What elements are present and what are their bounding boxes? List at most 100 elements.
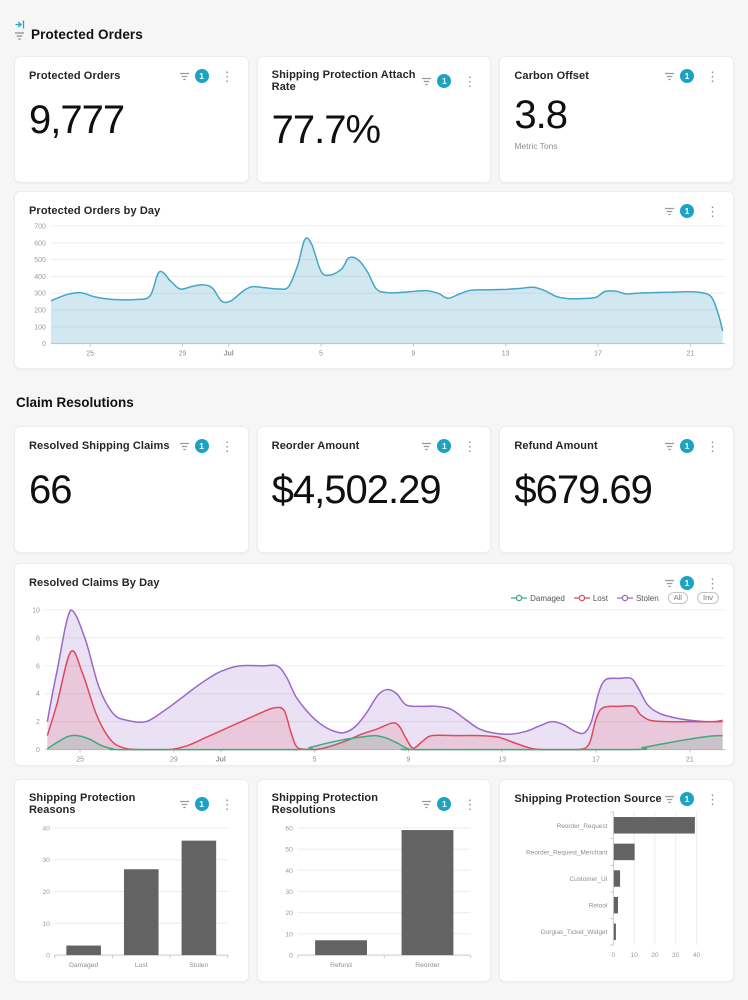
svg-text:20: 20 <box>42 889 50 896</box>
kebab-menu-icon[interactable]: ⋮ <box>221 70 234 83</box>
svg-text:Refund: Refund <box>330 962 352 969</box>
svg-text:500: 500 <box>34 257 46 264</box>
svg-text:300: 300 <box>34 291 46 298</box>
filter-icon[interactable] <box>421 442 432 451</box>
kebab-menu-icon[interactable]: ⋮ <box>706 440 719 453</box>
kebab-menu-icon[interactable]: ⋮ <box>221 440 234 453</box>
svg-text:10: 10 <box>285 931 293 938</box>
filter-count-badge[interactable]: 1 <box>680 69 694 83</box>
svg-text:600: 600 <box>34 240 46 247</box>
filter-count-badge[interactable]: 1 <box>680 576 694 590</box>
filter-icon[interactable] <box>421 800 432 809</box>
kpi-card-resolved-claims: Resolved Shipping Claims 1 ⋮ 66 <box>14 426 249 553</box>
filter-lines-icon[interactable] <box>14 32 25 40</box>
svg-text:Lost: Lost <box>135 962 148 969</box>
card-title: Refund Amount <box>514 440 597 452</box>
kebab-menu-icon[interactable]: ⋮ <box>706 70 719 83</box>
card-title: Protected Orders by Day <box>29 205 160 217</box>
kpi-card-reorder-amount: Reorder Amount 1 ⋮ $4,502.29 <box>257 426 492 553</box>
filter-count-badge[interactable]: 1 <box>680 439 694 453</box>
filter-count-badge[interactable]: 1 <box>195 439 209 453</box>
legend-item-damaged[interactable]: Damaged <box>511 594 565 603</box>
filter-icon[interactable] <box>179 72 190 81</box>
svg-text:8: 8 <box>36 635 40 642</box>
resolutions-bar-chart: 0102030405060RefundReorder <box>272 816 477 979</box>
filter-count-badge[interactable]: 1 <box>680 792 694 806</box>
orders-by-day-area-chart: 01002003004005006007002529Jul59131721 <box>15 218 733 366</box>
legend-item-stolen[interactable]: Stolen <box>617 594 659 603</box>
filter-icon[interactable] <box>664 72 675 81</box>
svg-text:29: 29 <box>179 351 187 358</box>
svg-text:21: 21 <box>686 351 694 358</box>
filter-count-badge[interactable]: 1 <box>437 439 451 453</box>
kebab-menu-icon[interactable]: ⋮ <box>463 440 476 453</box>
resolved-claims-area-chart: 02468102529Jul59131721 <box>15 604 733 766</box>
svg-text:20: 20 <box>285 910 293 917</box>
kpi-card-protected-orders: Protected Orders 1 ⋮ 9,777 <box>14 56 249 183</box>
filter-count-badge[interactable]: 1 <box>195 797 209 811</box>
svg-text:100: 100 <box>34 324 46 331</box>
svg-text:17: 17 <box>594 351 602 358</box>
card-title: Shipping Protection Attach Rate <box>272 69 422 93</box>
svg-text:Damaged: Damaged <box>69 962 99 969</box>
kebab-menu-icon[interactable]: ⋮ <box>706 205 719 218</box>
kpi-value: 3.8 <box>514 93 719 138</box>
legend-filter-all-button[interactable]: All <box>668 592 688 604</box>
svg-text:21: 21 <box>686 757 694 764</box>
chart-legend: Damaged Lost Stolen All Inv <box>15 590 733 604</box>
svg-text:30: 30 <box>285 889 293 896</box>
card-title: Resolved Shipping Claims <box>29 440 170 452</box>
chart-card-resolved-claims: Resolved Claims By Day 1 ⋮ Damaged Lost … <box>14 563 734 766</box>
filter-icon[interactable] <box>179 800 190 809</box>
filter-icon[interactable] <box>664 207 675 216</box>
kebab-menu-icon[interactable]: ⋮ <box>463 798 476 811</box>
kpi-subtitle: Metric Tons <box>514 141 719 151</box>
legend-item-lost[interactable]: Lost <box>574 594 608 603</box>
svg-text:25: 25 <box>76 757 84 764</box>
svg-text:5: 5 <box>313 757 317 764</box>
kpi-value: 77.7% <box>272 108 477 153</box>
kpi-card-carbon-offset: Carbon Offset 1 ⋮ 3.8 Metric Tons <box>499 56 734 183</box>
svg-text:25: 25 <box>86 351 94 358</box>
svg-text:30: 30 <box>672 952 680 959</box>
kebab-menu-icon[interactable]: ⋮ <box>221 798 234 811</box>
filter-icon[interactable] <box>664 442 675 451</box>
legend-filter-inv-button[interactable]: Inv <box>697 592 719 604</box>
chart-card-resolutions: Shipping Protection Resolutions 1 ⋮ 0102… <box>257 779 492 982</box>
svg-text:40: 40 <box>42 825 50 832</box>
chart-card-orders-by-day: Protected Orders by Day 1 ⋮ 010020030040… <box>14 191 734 369</box>
kpi-card-refund-amount: Refund Amount 1 ⋮ $679.69 <box>499 426 734 553</box>
svg-text:13: 13 <box>502 351 510 358</box>
svg-text:10: 10 <box>631 952 639 959</box>
filter-count-badge[interactable]: 1 <box>680 204 694 218</box>
page-header: Protected Orders <box>14 12 734 42</box>
svg-text:17: 17 <box>592 757 600 764</box>
chart-card-source: Shipping Protection Source 1 ⋮ 010203040… <box>499 779 734 982</box>
kpi-value: $4,502.29 <box>272 468 477 513</box>
svg-text:13: 13 <box>498 757 506 764</box>
kpi-row-2: Resolved Shipping Claims 1 ⋮ 66 Reorder … <box>14 426 734 553</box>
filter-icon[interactable] <box>421 77 432 86</box>
kebab-menu-icon[interactable]: ⋮ <box>706 793 719 806</box>
collapse-panel-icon[interactable] <box>15 20 25 29</box>
filter-icon[interactable] <box>664 795 675 804</box>
filter-count-badge[interactable]: 1 <box>437 74 451 88</box>
section-heading-claim-resolutions: Claim Resolutions <box>16 395 734 410</box>
svg-text:400: 400 <box>34 274 46 281</box>
filter-icon[interactable] <box>664 579 675 588</box>
filter-count-badge[interactable]: 1 <box>195 69 209 83</box>
card-title: Carbon Offset <box>514 70 589 82</box>
svg-text:Customer_UI: Customer_UI <box>570 876 608 883</box>
filter-count-badge[interactable]: 1 <box>437 797 451 811</box>
svg-text:60: 60 <box>285 825 293 832</box>
svg-text:40: 40 <box>693 952 701 959</box>
card-title: Resolved Claims By Day <box>29 577 160 589</box>
filter-icon[interactable] <box>179 442 190 451</box>
kebab-menu-icon[interactable]: ⋮ <box>706 577 719 590</box>
svg-text:Reorder_Request: Reorder_Request <box>557 823 608 830</box>
kebab-menu-icon[interactable]: ⋮ <box>463 75 476 88</box>
svg-text:29: 29 <box>170 757 178 764</box>
chart-card-reasons: Shipping Protection Reasons 1 ⋮ 01020304… <box>14 779 249 982</box>
kpi-value: 9,777 <box>29 98 234 143</box>
svg-text:700: 700 <box>34 223 46 230</box>
